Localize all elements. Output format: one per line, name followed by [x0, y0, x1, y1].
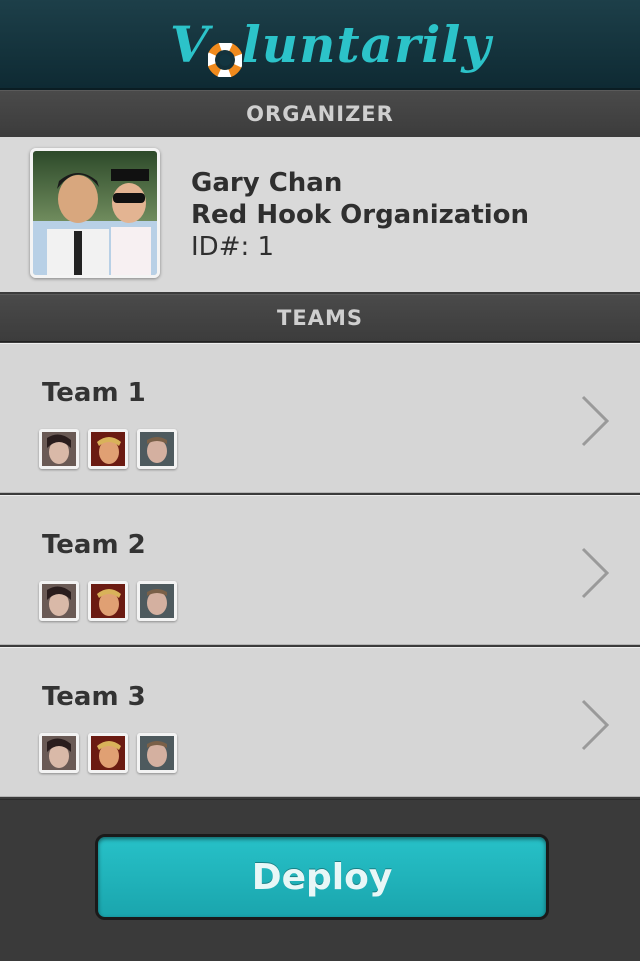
- lifebuoy-icon: [206, 30, 243, 78]
- teams-section-header: TEAMS: [0, 294, 640, 342]
- team-row[interactable]: Team 1: [0, 343, 640, 493]
- team-members: [39, 581, 186, 621]
- app-logo: V luntarily: [170, 6, 491, 82]
- team-name: Team 1: [42, 378, 146, 408]
- member-avatar: [39, 581, 79, 621]
- team-name: Team 3: [42, 682, 146, 712]
- app-header: V luntarily: [0, 0, 640, 90]
- organizer-section-header: ORGANIZER: [0, 90, 640, 138]
- member-avatar: [39, 429, 79, 469]
- member-avatar: [88, 581, 128, 621]
- organizer-avatar: [30, 148, 160, 278]
- team-name: Team 2: [42, 530, 146, 560]
- member-avatar: [137, 429, 177, 469]
- member-avatar: [137, 581, 177, 621]
- team-members: [39, 429, 186, 469]
- deploy-button[interactable]: Deploy: [95, 834, 549, 920]
- chevron-right-icon: [580, 394, 610, 452]
- teams-section-label: TEAMS: [277, 306, 363, 330]
- organizer-info: Gary Chan Red Hook Organization ID#: 1: [191, 167, 529, 263]
- member-avatar: [39, 733, 79, 773]
- footer-bar: Deploy: [0, 799, 640, 961]
- organizer-name: Gary Chan: [191, 168, 343, 198]
- team-members: [39, 733, 186, 773]
- logo-letter-v: V: [170, 14, 210, 74]
- organizer-id: ID#: 1: [191, 232, 275, 262]
- team-row[interactable]: Team 2: [0, 495, 640, 645]
- chevron-right-icon: [580, 546, 610, 604]
- member-avatar: [88, 429, 128, 469]
- organizer-section-label: ORGANIZER: [246, 102, 394, 126]
- organizer-organization: Red Hook Organization: [191, 200, 530, 230]
- organizer-card: Gary Chan Red Hook Organization ID#: 1: [0, 137, 640, 292]
- logo-text: luntarily: [241, 14, 492, 74]
- chevron-right-icon: [580, 698, 610, 756]
- team-row[interactable]: Team 3: [0, 647, 640, 797]
- member-avatar: [137, 733, 177, 773]
- member-avatar: [88, 733, 128, 773]
